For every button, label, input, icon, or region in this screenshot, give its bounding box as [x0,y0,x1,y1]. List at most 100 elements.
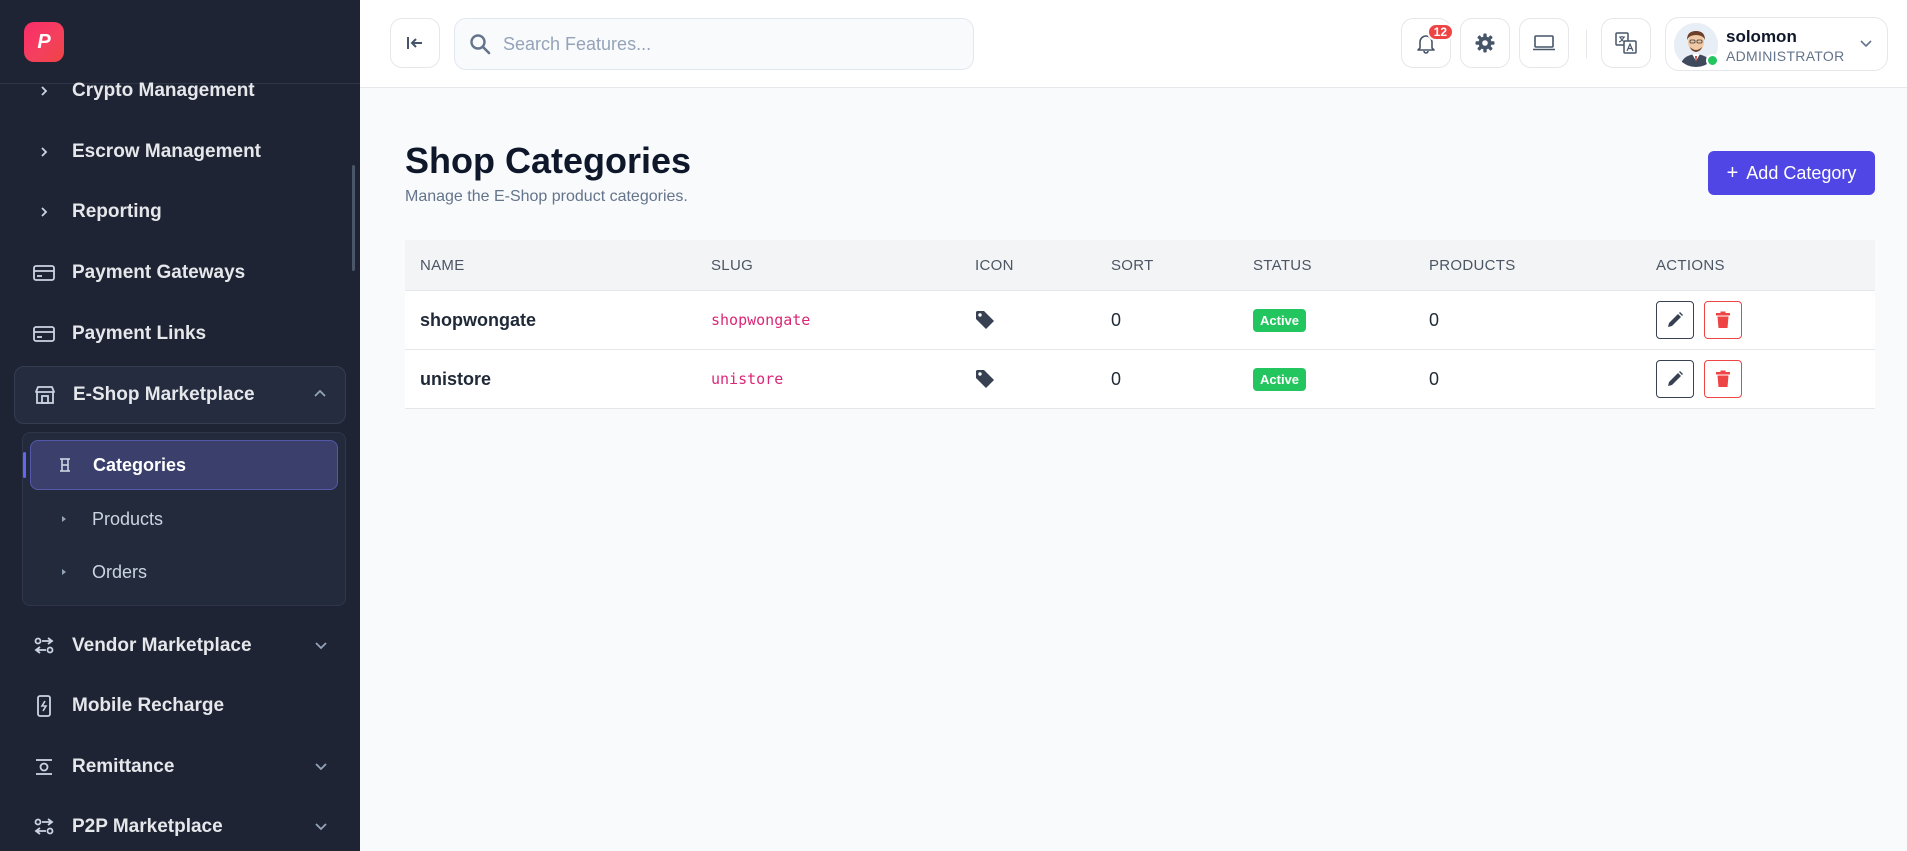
sidebar-scrollbar[interactable] [352,165,355,271]
add-category-button[interactable]: + Add Category [1708,151,1875,195]
plus-icon: + [1726,161,1739,184]
chevron-right-icon [30,147,58,157]
sidebar-item-eshop-marketplace[interactable]: E-Shop Marketplace [14,366,346,424]
column-header-name[interactable]: NAME [420,257,465,274]
row-actions [1656,291,1742,349]
category-sort: 0 [1111,368,1122,389]
delete-button[interactable] [1704,360,1742,398]
settings-button[interactable] [1460,18,1510,68]
vendor-icon [30,636,58,656]
table-row: unistore unistore 0 Active 0 [405,350,1875,409]
category-slug: shopwongate [711,311,811,329]
status-cell: Active [1253,350,1307,408]
sidebar-item-payment-gateways[interactable]: Payment Gateways [14,245,346,301]
row-actions [1656,350,1742,408]
store-icon [31,385,59,405]
user-role: ADMINISTRATOR [1726,48,1845,64]
category-name: shopwongate [420,309,536,330]
tag-icon [975,350,995,408]
edit-button[interactable] [1656,301,1694,339]
column-header-actions: ACTIONS [1656,257,1725,274]
sidebar-item-mobile-recharge[interactable]: Mobile Recharge [14,678,346,734]
submenu-item-label: Categories [93,454,187,475]
search-input[interactable] [503,33,943,55]
page-subtitle: Manage the E-Shop product categories. [405,188,688,205]
column-header-status[interactable]: STATUS [1253,257,1312,274]
translate-icon [1614,31,1638,55]
column-header-slug[interactable]: SLUG [711,257,753,274]
header-divider [1586,30,1587,58]
column-header-sort[interactable]: SORT [1111,257,1154,274]
categories-icon [57,457,73,473]
sidebar-item-label: Mobile Recharge [72,695,225,716]
sidebar-item-p2p-marketplace[interactable]: P2P Marketplace [14,799,346,851]
chevron-down-icon [314,819,328,838]
sidebar-item-label: Vendor Marketplace [72,635,252,656]
sidebar-item-label: Remittance [72,756,175,777]
sidebar-item-crypto-management[interactable]: Crypto Management [14,63,346,119]
column-header-icon[interactable]: ICON [975,257,1014,274]
categories-table: NAME SLUG ICON SORT STATUS PRODUCTS ACTI… [405,240,1875,409]
submenu-item-categories[interactable]: Categories [30,440,338,490]
sidebar-item-label: E-Shop Marketplace [73,384,255,405]
submenu-active-indicator [23,452,26,478]
chevron-right-icon [30,86,58,96]
collapse-sidebar-button[interactable] [390,18,440,68]
chevron-down-icon [1859,36,1873,55]
status-badge: Active [1253,367,1307,391]
page-title: Shop Categories [405,140,692,181]
card-icon [30,265,58,281]
sidebar-item-label: P2P Marketplace [72,816,223,837]
sidebar-item-vendor-marketplace[interactable]: Vendor Marketplace [14,618,346,674]
chevron-down-icon [314,638,328,657]
delete-button[interactable] [1704,301,1742,339]
category-sort: 0 [1111,309,1122,330]
sidebar-item-reporting[interactable]: Reporting [14,184,346,240]
add-category-label: Add Category [1746,162,1857,183]
card-icon [30,326,58,342]
chevron-down-icon [314,759,328,778]
user-name: solomon [1726,27,1797,46]
trash-icon [1715,370,1731,388]
sidebar-item-label: Payment Links [72,323,207,344]
display-toggle-button[interactable] [1519,18,1569,68]
sidebar-item-payment-links[interactable]: Payment Links [14,306,346,362]
submenu-item-label: Orders [92,561,148,582]
search-icon [469,33,491,55]
status-badge: Active [1253,308,1307,332]
sidebar-item-label: Reporting [72,201,162,222]
language-button[interactable] [1601,18,1651,68]
sidebar: P Crypto Management Escrow Management Re… [0,0,360,851]
chevron-right-icon [56,568,72,576]
notification-count-badge: 12 [1426,23,1454,41]
category-name: unistore [420,368,492,389]
tag-icon [975,291,995,349]
table-row: shopwongate shopwongate 0 Active 0 [405,291,1875,350]
category-products: 0 [1429,309,1440,330]
sidebar-item-label: Crypto Management [72,80,255,101]
submenu-item-label: Products [92,508,164,529]
mobile-icon [30,695,58,717]
search-bar [454,18,974,70]
user-menu[interactable]: solomon ADMINISTRATOR [1665,17,1888,71]
category-slug: unistore [711,370,784,388]
chevron-right-icon [30,207,58,217]
sidebar-item-label: Escrow Management [72,141,261,162]
submenu-item-products[interactable]: Products [30,494,338,544]
collapse-left-icon [405,34,425,52]
table-header: NAME SLUG ICON SORT STATUS PRODUCTS ACTI… [405,240,1875,291]
pencil-icon [1666,370,1684,388]
submenu-item-orders[interactable]: Orders [30,547,338,597]
online-status-indicator [1706,54,1719,67]
edit-button[interactable] [1656,360,1694,398]
sidebar-item-escrow-management[interactable]: Escrow Management [14,124,346,180]
sidebar-item-remittance[interactable]: Remittance [14,739,346,795]
brand-logo[interactable]: P [24,22,64,62]
column-header-products[interactable]: PRODUCTS [1429,257,1516,274]
category-products: 0 [1429,368,1440,389]
top-header: 12 solomon ADMINISTRATOR [360,0,1907,88]
notifications-button[interactable]: 12 [1401,18,1454,68]
trash-icon [1715,311,1731,329]
gear-icon [1474,32,1496,54]
laptop-icon [1532,34,1556,52]
